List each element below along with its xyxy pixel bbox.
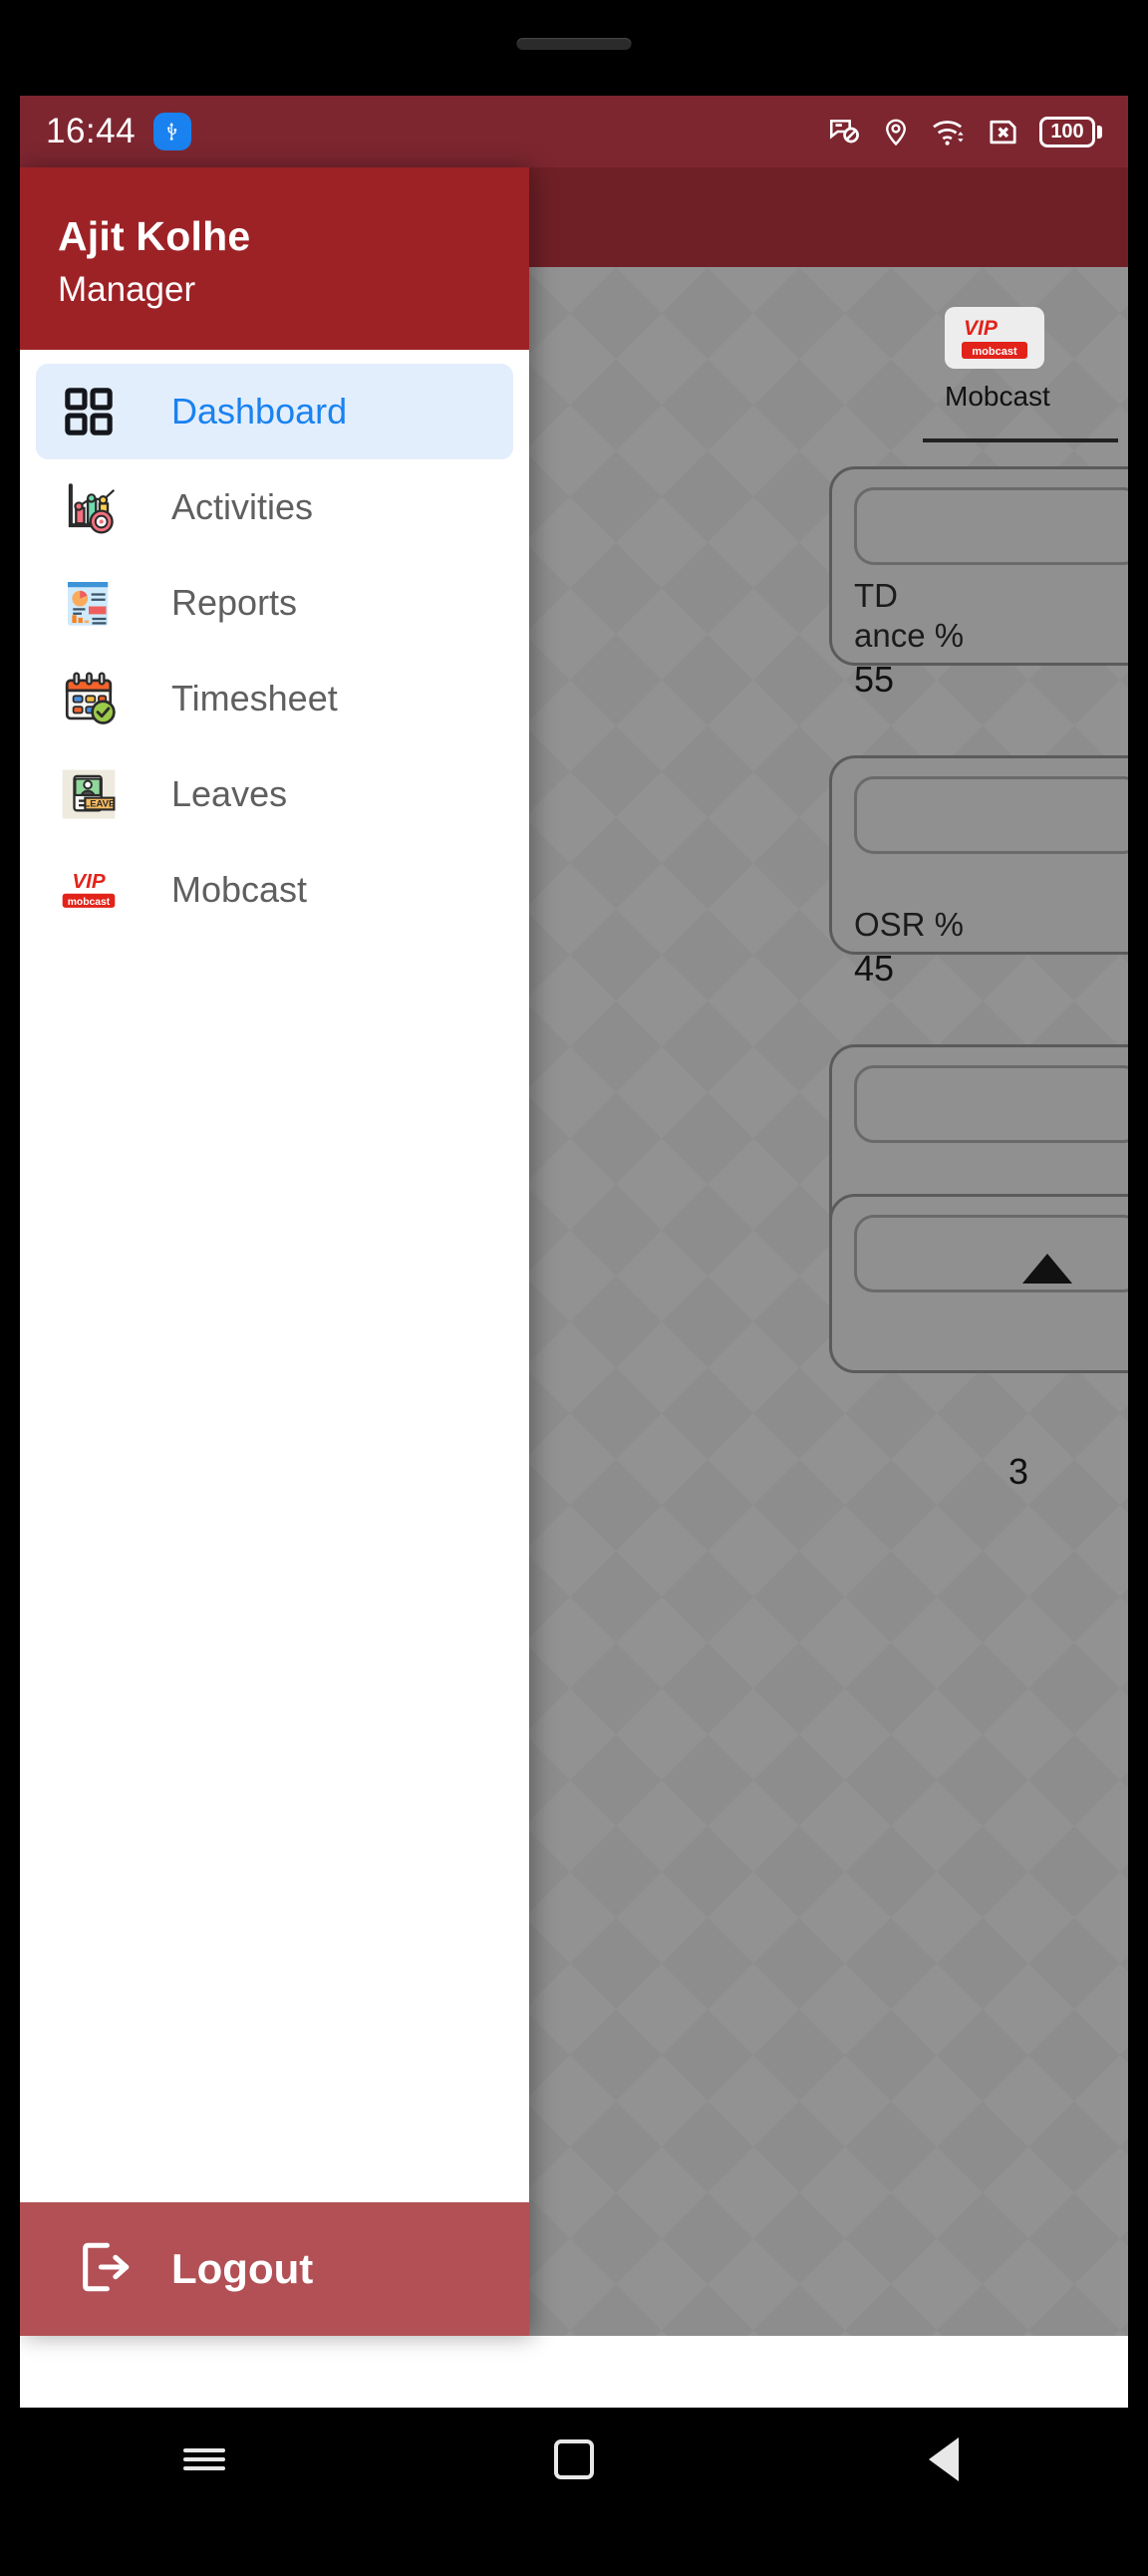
drawer-header: Ajit Kolhe Manager — [20, 167, 529, 350]
background-brand-block: VIP mobcast Mobcast — [945, 307, 1050, 413]
battery-indicator: 100 — [1039, 116, 1102, 147]
svg-text:mobcast: mobcast — [68, 897, 111, 908]
sidebar-item-reports[interactable]: Reports — [36, 555, 513, 651]
vip-mobcast-logo-icon: VIP mobcast — [58, 859, 120, 921]
usb-icon — [153, 113, 192, 150]
leave-badge-icon: LEAVE — [58, 763, 120, 825]
background-card: OSR % 45 — [829, 755, 1128, 989]
background-card-value: 55 — [854, 659, 895, 700]
logout-label: Logout — [171, 2245, 314, 2292]
logout-button[interactable]: Logout — [20, 2202, 529, 2336]
report-document-icon — [58, 572, 120, 634]
background-card-line2: ance % — [854, 617, 965, 654]
location-pin-icon — [881, 115, 911, 148]
android-nav-bar — [20, 2408, 1128, 2511]
triangle-up-icon — [1022, 1254, 1072, 1284]
background-card-line1: TD — [854, 577, 898, 614]
user-name: Ajit Kolhe — [58, 213, 251, 259]
battery-level: 100 — [1050, 121, 1084, 143]
vip-mobcast-logo-icon: VIP mobcast — [945, 307, 1044, 369]
sidebar-item-label: Leaves — [171, 773, 288, 814]
earpiece-speaker — [516, 38, 632, 50]
background-card — [829, 1194, 1128, 1373]
sidebar-item-label: Mobcast — [171, 869, 308, 910]
status-bar: 16:44 100 — [20, 96, 1128, 167]
background-brand-label: Mobcast — [945, 381, 1050, 412]
sidebar-item-timesheet[interactable]: Timesheet — [36, 651, 513, 746]
sidebar-item-dashboard[interactable]: Dashboard — [36, 364, 513, 459]
notification-muted-icon — [827, 115, 861, 148]
sidebar-item-label: Activities — [171, 486, 314, 527]
sidebar-item-leaves[interactable]: LEAVE Leaves — [36, 746, 513, 842]
bar-chart-target-icon — [58, 476, 120, 538]
sidebar-item-label: Dashboard — [171, 391, 348, 431]
sidebar-item-mobcast[interactable]: VIP mobcast Mobcast — [36, 842, 513, 938]
background-card-inner — [854, 487, 1128, 565]
svg-text:VIP: VIP — [964, 317, 999, 339]
background-tab-underline — [923, 438, 1118, 442]
sidebar-item-label: Reports — [171, 582, 298, 623]
calendar-check-icon — [58, 668, 120, 729]
svg-text:LEAVE: LEAVE — [84, 799, 115, 810]
svg-text:VIP: VIP — [72, 870, 106, 893]
status-bar-icons: 100 — [827, 115, 1102, 148]
background-card: TD ance % 55 — [829, 466, 1128, 700]
svg-text:mobcast: mobcast — [972, 346, 1017, 358]
logout-arrow-icon — [76, 2238, 134, 2301]
background-card-value: 45 — [854, 948, 895, 989]
background-trailing-number: 3 — [1007, 1451, 1028, 1492]
grid-squares-icon — [58, 381, 120, 442]
background-card-inner — [854, 1215, 1128, 1292]
sidebar-item-activities[interactable]: Activities — [36, 459, 513, 555]
background-card-line2: OSR % — [854, 906, 965, 943]
drawer-menu: Dashboard Activities Reports Timesheet L… — [20, 350, 529, 2202]
back-triangle-icon[interactable] — [884, 2425, 1004, 2494]
sidebar-item-label: Timesheet — [171, 678, 338, 718]
navigation-drawer: Ajit Kolhe Manager Dashboard Activities … — [20, 167, 529, 2336]
home-square-icon[interactable] — [514, 2425, 634, 2494]
phone-frame: VIP mobcast Mobcast TD ance % 55 OSR % 4… — [0, 0, 1148, 2576]
wifi-icon — [931, 115, 967, 148]
background-card-inner — [854, 776, 1128, 854]
background-card-inner — [854, 1065, 1128, 1143]
phone-screen: VIP mobcast Mobcast TD ance % 55 OSR % 4… — [20, 96, 1128, 2408]
status-bar-clock: 16:44 — [46, 112, 137, 150]
sim-card-disabled-icon — [987, 116, 1019, 148]
recents-icon[interactable] — [144, 2425, 264, 2494]
user-role: Manager — [58, 270, 196, 309]
